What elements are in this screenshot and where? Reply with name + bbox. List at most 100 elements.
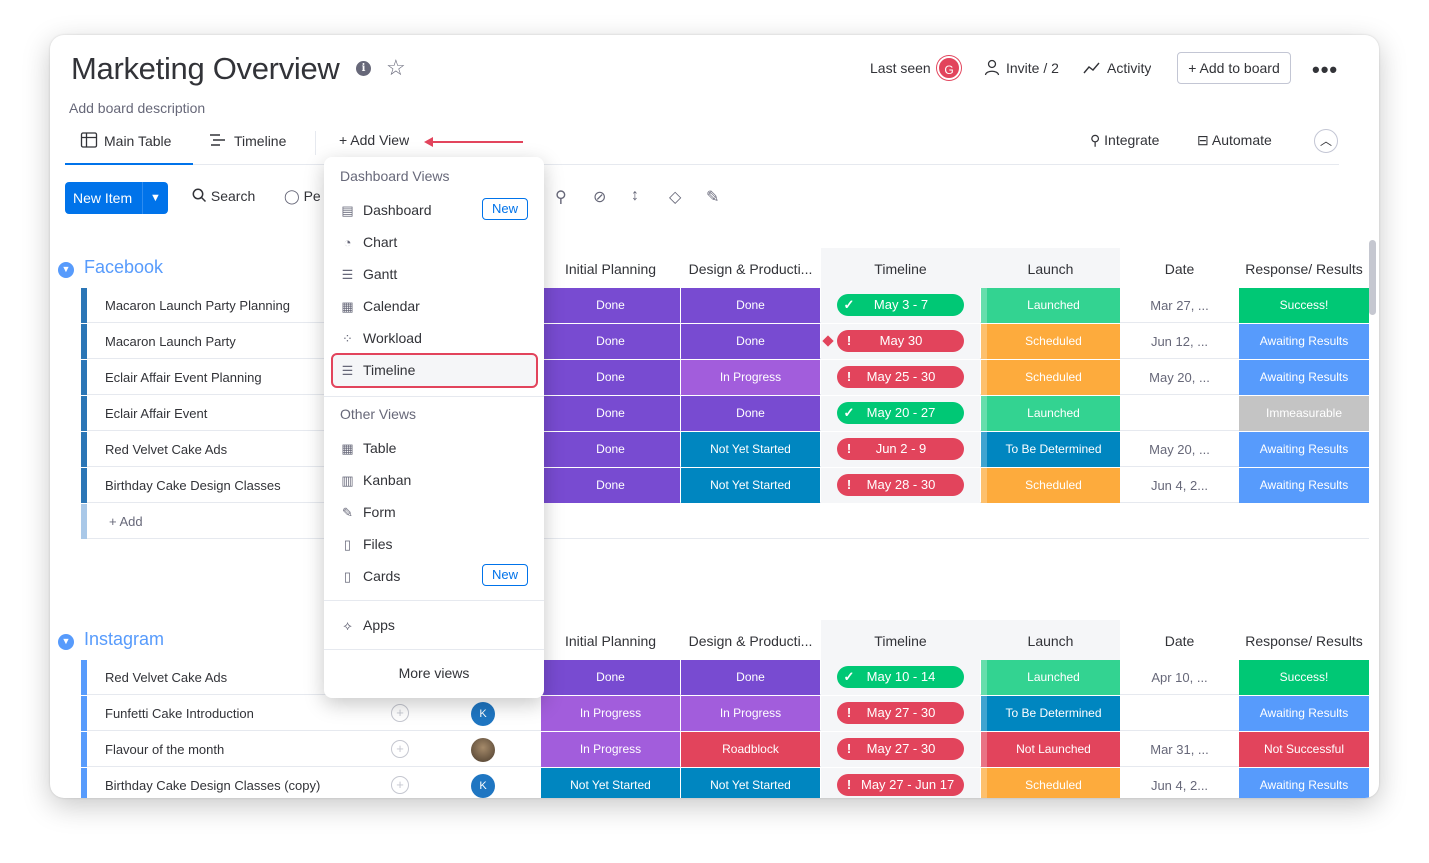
timeline-pill[interactable]: ! Jun 2 - 9 <box>837 438 964 460</box>
status-cell-launch[interactable]: Scheduled <box>981 768 1120 798</box>
avatar-photo[interactable] <box>471 738 495 762</box>
add-update-icon[interactable]: + <box>391 704 409 722</box>
menu-item-table[interactable]: ▦ Table <box>340 438 396 458</box>
status-cell-design[interactable]: Roadblock <box>681 732 820 767</box>
activity-button[interactable]: Activity <box>1107 60 1151 76</box>
status-cell-launch[interactable]: Scheduled <box>981 468 1120 503</box>
status-cell-planning[interactable]: Done <box>541 660 680 695</box>
status-cell-launch[interactable]: Launched <box>981 660 1120 695</box>
search-button[interactable]: Search <box>192 188 255 204</box>
status-cell-design[interactable]: Done <box>681 396 820 431</box>
collapse-group-icon[interactable]: ▼ <box>58 634 74 650</box>
add-view-button[interactable]: + Add View <box>339 132 409 148</box>
tab-main-table[interactable]: Main Table <box>65 131 193 165</box>
add-update-icon[interactable]: + <box>391 740 409 758</box>
integrate-button[interactable]: ⚲ Integrate <box>1090 132 1159 149</box>
board-description[interactable]: Add board description <box>69 100 205 116</box>
column-header-date[interactable]: Date <box>1121 261 1238 277</box>
hide-icon[interactable]: ⊘ <box>593 187 606 207</box>
date-cell[interactable]: Jun 4, 2... <box>1121 768 1238 798</box>
chevron-down-icon[interactable]: ▼ <box>142 182 168 214</box>
status-cell-planning[interactable]: Done <box>541 360 680 395</box>
status-cell-launch[interactable]: Scheduled <box>981 360 1120 395</box>
timeline-pill[interactable]: ✓ May 10 - 14 <box>837 666 964 688</box>
row-height-icon[interactable]: ↕ <box>631 187 639 205</box>
add-item-button[interactable]: + Add <box>87 504 287 539</box>
date-cell[interactable]: Jun 4, 2... <box>1121 468 1238 503</box>
status-cell-planning[interactable]: Not Yet Started <box>541 768 680 798</box>
timeline-pill[interactable]: ! May 30 <box>837 330 964 352</box>
menu-item-dashboard[interactable]: ▤ Dashboard <box>340 200 431 220</box>
group-title[interactable]: Facebook <box>84 257 163 278</box>
tab-timeline[interactable]: Timeline <box>208 131 286 165</box>
more-views-button[interactable]: More views <box>324 665 544 681</box>
status-cell-result[interactable]: Immeasurable <box>1239 396 1369 431</box>
menu-item-form[interactable]: ✎ Form <box>340 502 396 522</box>
avatar[interactable]: K <box>471 702 495 726</box>
status-cell-result[interactable]: Awaiting Results <box>1239 432 1369 467</box>
status-cell-planning[interactable]: In Progress <box>541 696 680 731</box>
column-header-launch[interactable]: Launch <box>981 261 1120 277</box>
status-cell-planning[interactable]: Done <box>541 324 680 359</box>
column-header-design[interactable]: Design & Producti... <box>681 261 820 277</box>
group-title[interactable]: Instagram <box>84 629 164 650</box>
column-header-design[interactable]: Design & Producti... <box>681 633 820 649</box>
status-cell-design[interactable]: In Progress <box>681 696 820 731</box>
status-cell-design[interactable]: Not Yet Started <box>681 768 820 798</box>
board-title[interactable]: Marketing Overview <box>71 51 340 87</box>
menu-item-apps[interactable]: ⟡ Apps <box>340 615 395 635</box>
status-cell-design[interactable]: Done <box>681 660 820 695</box>
timeline-pill[interactable]: ! May 27 - Jun 17 <box>837 774 964 796</box>
column-header-date[interactable]: Date <box>1121 633 1238 649</box>
status-cell-result[interactable]: Awaiting Results <box>1239 360 1369 395</box>
column-header-result[interactable]: Response/ Results <box>1239 261 1369 277</box>
date-cell[interactable]: Mar 27, ... <box>1121 288 1238 323</box>
status-cell-result[interactable]: Awaiting Results <box>1239 696 1369 731</box>
status-cell-result[interactable]: Awaiting Results <box>1239 468 1369 503</box>
chevron-up-icon[interactable]: ︿ <box>1314 129 1338 153</box>
status-cell-planning[interactable]: Done <box>541 432 680 467</box>
menu-item-cards[interactable]: ▯ Cards <box>340 566 400 586</box>
menu-item-files[interactable]: ▯ Files <box>340 534 393 554</box>
status-cell-planning[interactable]: Done <box>541 468 680 503</box>
status-cell-planning[interactable]: Done <box>541 288 680 323</box>
column-header-timeline[interactable]: Timeline <box>821 261 980 277</box>
status-cell-result[interactable]: Awaiting Results <box>1239 768 1369 798</box>
timeline-pill[interactable]: ✓ May 20 - 27 <box>837 402 964 424</box>
status-cell-design[interactable]: In Progress <box>681 360 820 395</box>
status-cell-result[interactable]: Success! <box>1239 288 1369 323</box>
pin-icon[interactable]: ⚲ <box>555 187 567 207</box>
menu-item-calendar[interactable]: ▦ Calendar <box>340 296 419 316</box>
add-to-board-button[interactable]: + Add to board <box>1177 52 1291 84</box>
status-cell-launch[interactable]: Launched <box>981 396 1120 431</box>
color-icon[interactable]: ◇ <box>669 187 681 207</box>
timeline-pill[interactable]: ! May 25 - 30 <box>837 366 964 388</box>
collapse-group-icon[interactable]: ▼ <box>58 262 74 278</box>
status-cell-planning[interactable]: In Progress <box>541 732 680 767</box>
more-options-icon[interactable]: ••• <box>1312 57 1338 83</box>
avatar[interactable]: G <box>937 56 961 80</box>
menu-item-timeline[interactable]: ☰ Timeline <box>340 360 416 380</box>
column-header-result[interactable]: Response/ Results <box>1239 633 1369 649</box>
status-cell-result[interactable]: Not Successful <box>1239 732 1369 767</box>
item-name[interactable]: Birthday Cake Design Classes (copy) <box>83 768 403 798</box>
timeline-pill[interactable]: ! May 28 - 30 <box>837 474 964 496</box>
date-cell[interactable]: Apr 10, ... <box>1121 660 1238 695</box>
column-header-launch[interactable]: Launch <box>981 633 1120 649</box>
status-cell-launch[interactable]: Launched <box>981 288 1120 323</box>
person-filter-button[interactable]: ◯ Pe <box>284 188 321 205</box>
status-cell-launch[interactable]: To Be Determined <box>981 696 1120 731</box>
status-cell-launch[interactable]: Not Launched <box>981 732 1120 767</box>
activity-icon[interactable] <box>1083 61 1101 75</box>
avatar[interactable]: K <box>471 774 495 798</box>
status-cell-design[interactable]: Not Yet Started <box>681 432 820 467</box>
date-cell[interactable]: Mar 31, ... <box>1121 732 1238 767</box>
timeline-pill[interactable]: ✓ May 3 - 7 <box>837 294 964 316</box>
invite-button[interactable]: Invite / 2 <box>1006 60 1059 76</box>
status-cell-design[interactable]: Not Yet Started <box>681 468 820 503</box>
menu-item-gantt[interactable]: ☰ Gantt <box>340 264 398 284</box>
star-icon[interactable]: ☆ <box>386 55 406 81</box>
status-cell-design[interactable]: Done <box>681 288 820 323</box>
status-cell-design[interactable]: Done <box>681 324 820 359</box>
timeline-pill[interactable]: ! May 27 - 30 <box>837 702 964 724</box>
